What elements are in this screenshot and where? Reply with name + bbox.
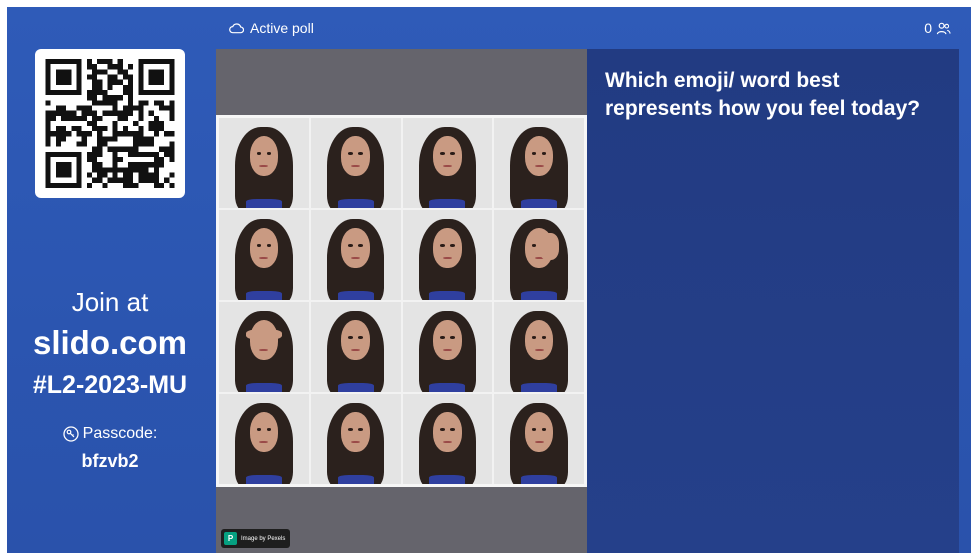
poll-image [216,115,587,487]
event-code: #L2-2023-MU [32,371,188,399]
image-grid-cell [402,210,493,300]
qr-code-pattern [45,59,175,188]
participant-count: 0 [924,20,932,36]
image-grid-cell [219,394,309,484]
image-grid-cell [310,302,401,392]
image-grid-cell [494,302,584,392]
participant-counter: 0 [924,20,951,36]
image-grid-cell [219,302,309,392]
image-grid-cell [402,118,493,208]
image-grid-cell [402,394,493,484]
image-grid-cell [310,210,401,300]
active-poll-label: Active poll [250,20,314,36]
join-url: slido.com [32,324,188,361]
image-grid-cell [402,302,493,392]
image-grid-cell [494,394,584,484]
qr-code [35,49,185,198]
passcode-value: bfzvb2 [81,451,139,471]
passcode-label-row: Passcode: [7,425,213,443]
image-credit-badge[interactable]: P Image by Pexels [221,529,291,548]
image-grid-cell [310,394,401,484]
cloud-icon [229,23,244,34]
image-grid-cell [310,118,401,208]
image-credit-text: Image by Pexels [241,535,286,542]
poll-question: Which emoji/ word best represents how yo… [605,69,921,120]
poll-image-panel: P Image by Pexels [216,49,587,553]
join-at-label: Join at [71,287,149,317]
image-grid-cell [494,118,584,208]
image-grid-cell [219,118,309,208]
image-grid-cell [219,210,309,300]
participants-icon [936,22,951,34]
passcode-label: Passcode: [82,425,158,442]
image-grid-cell [494,210,584,300]
pexels-logo-icon: P [224,532,237,545]
active-poll-indicator: Active poll [229,20,314,36]
slido-presentation-screen: Active poll 0 Join at slido.com #L2-2023… [7,7,971,553]
question-panel: Which emoji/ word best represents how yo… [587,49,959,553]
key-icon [62,426,79,442]
